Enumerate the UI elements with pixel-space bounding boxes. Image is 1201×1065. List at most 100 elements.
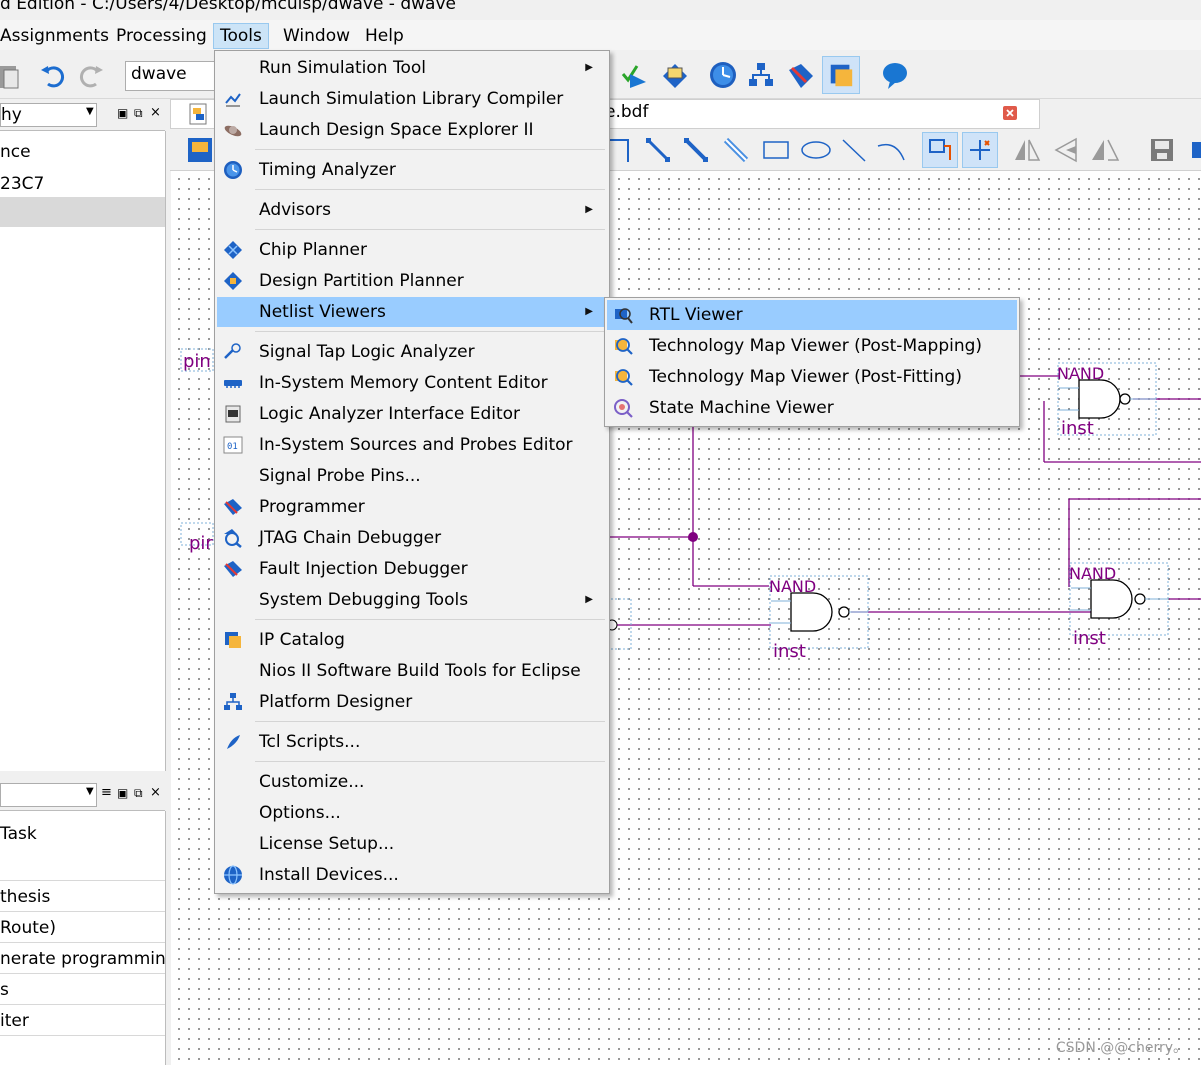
menu-item-programmer[interactable]: Programmer	[217, 492, 607, 522]
menu-item-options[interactable]: Options...	[217, 798, 607, 828]
help-balloon-icon[interactable]	[880, 60, 910, 90]
menu-tools[interactable]: Tools	[213, 23, 269, 49]
rotate-left-icon[interactable]	[1088, 136, 1120, 164]
pin-icon[interactable]: ▣	[117, 786, 128, 800]
menu-item-design-partition-planner[interactable]: Design Partition Planner	[217, 266, 607, 296]
install-globe-icon	[224, 865, 242, 885]
selection-tool-icon[interactable]	[186, 136, 214, 164]
menu-window[interactable]: Window	[277, 24, 356, 48]
rubberbanding-icon	[929, 139, 951, 160]
hierarchy-item-selected[interactable]	[0, 197, 165, 227]
programmer-toolbar-icon[interactable]	[786, 60, 816, 90]
menu-item-customize[interactable]: Customize...	[217, 767, 607, 797]
menu-item-state-machine-viewer[interactable]: State Machine Viewer	[607, 393, 1017, 423]
paste-icon[interactable]	[0, 60, 24, 90]
menu-item-netlist-viewers[interactable]: Netlist Viewers ▶	[217, 297, 607, 327]
menu-item-chip-planner[interactable]: Chip Planner	[217, 235, 607, 265]
menu-item-install-devices[interactable]: Install Devices...	[217, 860, 607, 890]
hierarchy-pane-selector[interactable]: hy	[0, 103, 97, 127]
menu-item-sim-library-compiler[interactable]: Launch Simulation Library Compiler	[217, 84, 607, 114]
hierarchy-item[interactable]: nce	[0, 137, 165, 167]
submenu-arrow-icon: ▶	[585, 594, 593, 605]
sources-probes-icon: 01	[223, 436, 243, 454]
menu-item-ip-catalog[interactable]: IP Catalog	[217, 625, 607, 655]
menu-item-techmap-post-mapping[interactable]: Technology Map Viewer (Post-Mapping)	[607, 331, 1017, 361]
menu-item-license-setup[interactable]: License Setup...	[217, 829, 607, 859]
task-row[interactable]	[0, 851, 165, 881]
platform-designer-toolbar-icon[interactable]	[746, 60, 776, 90]
menu-item-advisors[interactable]: Advisors ▶	[217, 195, 607, 225]
menu-item-nios-ii-build-tools[interactable]: Nios II Software Build Tools for Eclipse	[217, 656, 607, 686]
undo-icon[interactable]	[38, 60, 68, 90]
menu-item-logic-analyzer-interface-editor[interactable]: Logic Analyzer Interface Editor	[217, 399, 607, 429]
close-icon[interactable]: ×	[150, 105, 161, 120]
pin-icon[interactable]: ▣	[117, 106, 128, 120]
analysis-start-icon[interactable]	[620, 60, 650, 90]
rtl-viewer-toolbar-icon[interactable]	[660, 60, 690, 90]
netlist-viewers-submenu: RTL Viewer Technology Map Viewer (Post-M…	[604, 297, 1020, 427]
partial-line-selection-toggle[interactable]	[962, 132, 998, 168]
task-row[interactable]: thesis	[0, 882, 165, 912]
nand-gate[interactable]: NAND inst	[1069, 562, 1169, 649]
list-icon[interactable]: ≡	[101, 785, 112, 800]
tasks-pane-selector[interactable]	[0, 783, 97, 807]
menu-processing[interactable]: Processing	[110, 24, 213, 48]
submenu-arrow-icon: ▶	[585, 62, 593, 73]
menu-item-tcl-scripts[interactable]: Tcl Scripts...	[217, 727, 607, 757]
gate-instance-label: inst	[773, 641, 806, 662]
chevron-down-icon[interactable]: ▼	[86, 786, 94, 797]
menu-item-jtag-chain-debugger[interactable]: JTAG Chain Debugger	[217, 523, 607, 553]
menu-item-timing-analyzer[interactable]: Timing Analyzer	[217, 155, 607, 185]
svg-text:01: 01	[227, 442, 238, 452]
menu-separator	[255, 229, 605, 230]
watermark: CSDN @@cherry。	[1055, 1040, 1187, 1056]
menu-item-platform-designer[interactable]: Platform Designer	[217, 687, 607, 717]
nand-gate[interactable]: NAND inst	[1057, 362, 1157, 439]
menu-item-techmap-post-fitting[interactable]: Technology Map Viewer (Post-Fitting)	[607, 362, 1017, 392]
oval-tool-icon[interactable]	[800, 138, 832, 162]
hierarchy-item[interactable]: 23C7	[0, 169, 165, 199]
rectangle-tool-icon[interactable]	[762, 138, 790, 162]
menu-item-fault-injection-debugger[interactable]: Fault Injection Debugger	[217, 554, 607, 584]
conduit-tool-icon[interactable]	[722, 136, 750, 164]
task-row[interactable]: s	[0, 975, 165, 1005]
ip-catalog-toolbar-button[interactable]	[822, 56, 860, 94]
nand-gate[interactable]: NAND inst	[769, 575, 869, 662]
overflow-icon[interactable]	[1188, 138, 1201, 162]
line-tool-icon[interactable]	[840, 136, 868, 164]
menu-item-signal-tap[interactable]: Signal Tap Logic Analyzer	[217, 337, 607, 367]
menu-help[interactable]: Help	[359, 24, 410, 48]
menu-item-signal-probe-pins[interactable]: Signal Probe Pins...	[217, 461, 607, 491]
partial-select-icon	[970, 140, 990, 160]
hierarchy-pane: nce 23C7	[0, 131, 166, 771]
diagonal-node-tool-icon[interactable]	[644, 136, 672, 164]
task-row[interactable]: Route)	[0, 913, 165, 943]
task-row[interactable]: Task	[0, 819, 165, 849]
tcl-feather-icon	[227, 735, 240, 749]
menu-item-rtl-viewer[interactable]: RTL Viewer	[607, 300, 1017, 330]
restore-icon[interactable]: ⧉	[134, 106, 143, 121]
timing-analyzer-toolbar-icon[interactable]	[708, 60, 738, 90]
task-row[interactable]: iter	[0, 1006, 165, 1036]
menu-separator	[255, 721, 605, 722]
flip-horizontal-icon[interactable]	[1012, 136, 1042, 164]
chevron-down-icon[interactable]: ▼	[86, 106, 94, 117]
menu-item-design-space-explorer[interactable]: Launch Design Space Explorer II	[217, 115, 607, 145]
close-tab-icon[interactable]	[1003, 106, 1017, 120]
menu-item-run-simulation-tool[interactable]: Run Simulation Tool ▶	[217, 53, 607, 83]
rubberbanding-toggle[interactable]	[922, 132, 958, 168]
menu-assignments[interactable]: Assignments	[0, 24, 115, 48]
redo-icon[interactable]	[76, 60, 106, 90]
menu-item-sources-and-probes-editor[interactable]: 01 In-System Sources and Probes Editor	[217, 430, 607, 460]
flip-vertical-icon[interactable]	[1052, 136, 1080, 164]
menu-item-system-debugging-tools[interactable]: System Debugging Tools ▶	[217, 585, 607, 615]
dse-icon	[224, 125, 242, 137]
menu-item-memory-content-editor[interactable]: In-System Memory Content Editor	[217, 368, 607, 398]
close-icon[interactable]: ×	[150, 785, 161, 800]
orthogonal-node-tool-icon[interactable]	[606, 136, 634, 164]
task-row[interactable]: nerate programming	[0, 944, 165, 974]
save-icon[interactable]	[1148, 136, 1176, 164]
restore-icon[interactable]: ⧉	[134, 786, 143, 801]
bus-tool-icon[interactable]	[682, 136, 710, 164]
arc-tool-icon[interactable]	[876, 136, 906, 164]
